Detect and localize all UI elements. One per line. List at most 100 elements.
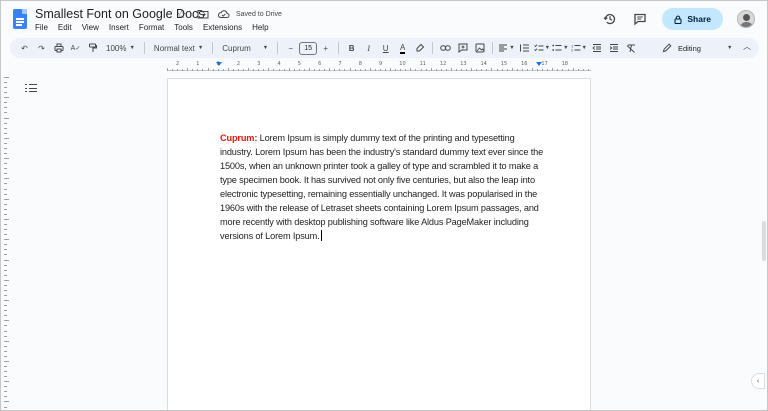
italic-button[interactable]: I: [361, 40, 376, 56]
ruler-tick: [4, 168, 7, 170]
ruler-tick: [4, 87, 7, 89]
cloud-saved-icon[interactable]: [217, 8, 230, 20]
ruler-tick: [4, 198, 9, 200]
ruler-tick: [526, 69, 528, 71]
horizontal-ruler[interactable]: 2 1 1 2 3 4 5 6 7 8 9 10 11 12 13 14 15 16 17 18: [167, 61, 591, 72]
print-icon[interactable]: [51, 40, 66, 56]
ruler-tick: [577, 69, 579, 71]
ruler-tick: [481, 69, 483, 71]
ruler-tick: [496, 69, 498, 71]
ruler-tick: [562, 69, 564, 71]
avatar[interactable]: [737, 10, 755, 28]
ruler-tick: [4, 218, 9, 220]
chevron-down-icon: ▼: [129, 45, 135, 51]
menu-file[interactable]: File: [35, 23, 48, 32]
ruler-tick: [4, 112, 7, 114]
paint-format-icon[interactable]: [85, 40, 100, 56]
style-select[interactable]: Normal text ▼: [150, 40, 207, 56]
app-window: Smallest Font on Google Docs ☆ Saved to …: [0, 0, 768, 411]
numbered-list-icon[interactable]: 1 2 ▼: [571, 40, 587, 56]
document-body[interactable]: Cuprum: Lorem Ipsum is simply dummy text…: [220, 131, 545, 243]
ruler-tick: [243, 69, 245, 71]
decrease-indent-icon[interactable]: [589, 40, 604, 56]
increase-indent-icon[interactable]: [606, 40, 621, 56]
ruler-tick: [501, 69, 503, 71]
ruler-tick: [4, 137, 9, 139]
title-bar: Smallest Font on Google Docs ☆ Saved to …: [1, 1, 767, 37]
font-select[interactable]: Cuprum ▼: [218, 40, 272, 56]
ruler-tick: [253, 69, 255, 71]
decrease-font-size-button[interactable]: −: [283, 40, 298, 56]
chevron-down-icon: ▼: [509, 45, 515, 51]
menu-help[interactable]: Help: [252, 23, 268, 32]
menu-insert[interactable]: Insert: [109, 23, 129, 32]
zoom-select[interactable]: 100% ▼: [102, 40, 139, 56]
ruler-tick: [314, 69, 316, 71]
ruler-tick: [187, 68, 189, 71]
ruler-tick: [349, 68, 351, 71]
menu-extensions[interactable]: Extensions: [203, 23, 242, 32]
ruler-number: 6: [318, 61, 322, 67]
ruler-tick: [4, 178, 9, 180]
increase-font-size-button[interactable]: +: [318, 40, 333, 56]
add-comment-icon[interactable]: [455, 40, 470, 56]
spellcheck-icon[interactable]: A ✓: [68, 40, 83, 56]
divider: [432, 42, 434, 54]
ruler-tick: [506, 69, 508, 71]
divider: [492, 42, 494, 54]
ruler-tick: [4, 117, 9, 119]
scrollbar-thumb[interactable]: [762, 221, 766, 261]
document-outline-icon[interactable]: [25, 83, 37, 93]
ruler-tick: [425, 69, 427, 71]
ruler-tick: [542, 69, 544, 71]
ruler-tick: [4, 376, 7, 378]
ruler-tick: [288, 68, 290, 71]
folder-move-icon[interactable]: [196, 8, 209, 20]
scrollbar[interactable]: [759, 71, 767, 410]
ruler-number: 7: [338, 61, 342, 67]
text-color-button[interactable]: A: [395, 40, 410, 56]
menu-format[interactable]: Format: [139, 23, 164, 32]
checklist-icon[interactable]: ▼: [533, 40, 550, 56]
highlight-icon[interactable]: [412, 40, 427, 56]
menu-view[interactable]: View: [82, 23, 99, 32]
bold-button[interactable]: B: [344, 40, 359, 56]
document-page[interactable]: Cuprum: Lorem Ipsum is simply dummy text…: [167, 78, 591, 410]
ruler-tick: [364, 69, 366, 71]
line-spacing-icon[interactable]: [517, 40, 532, 56]
link-icon[interactable]: [438, 40, 453, 56]
side-panel-toggle-icon[interactable]: ‹: [751, 373, 765, 389]
ruler-tick: [303, 69, 305, 71]
docs-logo-icon[interactable]: [13, 9, 27, 29]
share-button[interactable]: Share: [662, 8, 723, 30]
ruler-tick: [4, 147, 7, 149]
editing-mode-select[interactable]: Editing ▼: [662, 38, 732, 58]
menu-tools[interactable]: Tools: [174, 23, 193, 32]
bulleted-list-icon[interactable]: ▼: [552, 40, 569, 56]
star-icon[interactable]: ☆: [175, 8, 188, 21]
undo-icon[interactable]: ↶: [17, 40, 32, 56]
redo-icon[interactable]: ↷: [34, 40, 49, 56]
collapse-menus-icon[interactable]: ︿: [743, 41, 751, 52]
underline-button[interactable]: U: [378, 40, 393, 56]
clear-formatting-icon[interactable]: [623, 40, 638, 56]
ruler-tick: [466, 69, 468, 71]
ruler-tick: [486, 69, 488, 71]
ruler-tick: [237, 69, 239, 71]
ruler-number: 1: [216, 61, 220, 67]
ruler-tick: [344, 69, 346, 71]
ruler-tick: [4, 340, 9, 342]
ruler-tick: [207, 68, 209, 71]
comment-icon[interactable]: [632, 11, 648, 27]
menu-edit[interactable]: Edit: [58, 23, 72, 32]
history-icon[interactable]: [602, 11, 618, 27]
ruler-tick: [537, 69, 539, 71]
font-size-input[interactable]: 15: [299, 41, 318, 55]
ruler-number: 11: [419, 61, 426, 67]
ruler-tick: [4, 371, 7, 373]
align-icon[interactable]: ▼: [498, 40, 515, 56]
ruler-tick: [4, 264, 7, 266]
ruler-tick: [567, 69, 569, 71]
ruler-tick: [4, 208, 7, 210]
insert-image-icon[interactable]: [472, 40, 487, 56]
